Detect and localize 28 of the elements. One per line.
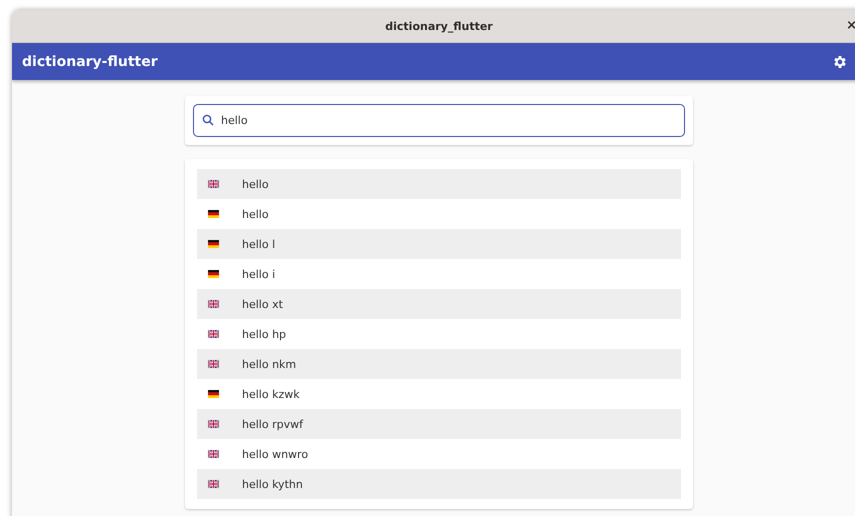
- uk-flag-icon: [208, 480, 219, 488]
- result-item[interactable]: hello xt: [197, 289, 681, 319]
- uk-flag-icon: [208, 360, 219, 368]
- german-flag-icon: [208, 390, 219, 398]
- result-item[interactable]: hello nkm: [197, 349, 681, 379]
- result-item[interactable]: hello wnwro: [197, 439, 681, 469]
- result-item[interactable]: hello: [197, 169, 681, 199]
- uk-flag-icon: [208, 450, 219, 458]
- close-button[interactable]: ×: [846, 18, 855, 34]
- result-item[interactable]: hello l: [197, 229, 681, 259]
- search-field[interactable]: hello: [193, 104, 685, 137]
- uk-flag-icon: [208, 180, 219, 188]
- result-item[interactable]: hello: [197, 199, 681, 229]
- settings-icon[interactable]: [832, 54, 848, 70]
- uk-flag-icon: [208, 420, 219, 428]
- uk-flag-icon: [208, 300, 219, 308]
- result-item[interactable]: hello hp: [197, 319, 681, 349]
- german-flag-icon: [208, 210, 219, 218]
- window-title: dictionary_flutter: [385, 20, 493, 32]
- uk-flag-icon: [208, 330, 219, 338]
- result-item[interactable]: hello kzwk: [197, 379, 681, 409]
- result-item[interactable]: hello kythn: [197, 469, 681, 499]
- search-icon: [202, 114, 214, 126]
- app-title: dictionary-flutter: [22, 54, 158, 70]
- german-flag-icon: [208, 270, 219, 278]
- result-item[interactable]: hello i: [197, 259, 681, 289]
- result-item[interactable]: hello rpvwf: [197, 409, 681, 439]
- german-flag-icon: [208, 240, 219, 248]
